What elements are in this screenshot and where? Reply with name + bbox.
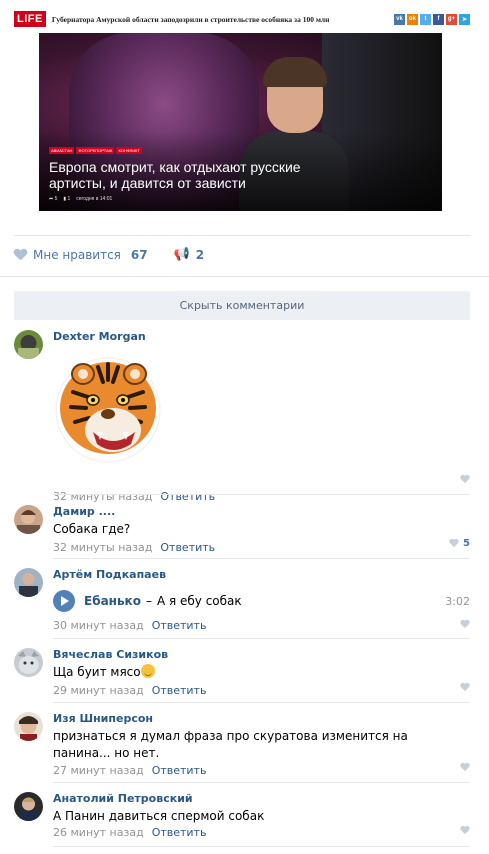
comment-text: А Панин давиться спермой собак: [53, 809, 265, 823]
avatar[interactable]: [14, 505, 43, 534]
news-headline[interactable]: Губернатора Амурской области заподозрили…: [52, 15, 330, 24]
comment-like-count[interactable]: 5: [463, 538, 470, 549]
comment-like[interactable]: [460, 475, 470, 484]
avatar[interactable]: [14, 648, 43, 677]
audio-attachment: Ебанько – А я ебу собак 3:02: [53, 588, 470, 614]
comment-meta: 32 минуты назад Ответить: [53, 541, 470, 554]
divider: [53, 702, 470, 703]
heart-icon[interactable]: [460, 763, 470, 772]
comment-like[interactable]: [460, 683, 470, 692]
divider: [0, 276, 489, 277]
comment-time[interactable]: 32 минуты назад: [53, 490, 152, 503]
comment-meta: 26 минут назад Ответить: [53, 826, 470, 839]
comment: Dexter Morgan 32 минуты назад Ответить: [14, 330, 470, 503]
comment-author[interactable]: Дамир ....: [53, 505, 470, 519]
news-header: LIFE Губернатора Амурской области заподо…: [14, 8, 470, 30]
heart-icon[interactable]: [460, 475, 470, 484]
comment-author[interactable]: Вячеслав Сизиков: [53, 648, 470, 662]
facebook-icon[interactable]: f: [433, 13, 444, 25]
comment-time[interactable]: 29 минут назад: [53, 684, 144, 697]
twitter-icon[interactable]: t: [420, 13, 431, 25]
reply-link[interactable]: Ответить: [152, 826, 207, 839]
divider: [53, 782, 470, 783]
divider: [53, 558, 470, 559]
heart-icon[interactable]: [460, 683, 470, 692]
comment-text-row: Ща буит мясо: [53, 664, 470, 681]
share-buttons: vk ok t f g+ ➤: [394, 13, 470, 25]
audio-artist[interactable]: Ебанько: [84, 594, 141, 608]
comment: Артём Подкапаев Ебанько – А я ебу собак …: [14, 568, 470, 632]
comment-like[interactable]: [460, 620, 470, 629]
article-tag[interactable]: КОНФЛИКТ: [116, 147, 142, 154]
article-title[interactable]: Европа смотрит, как отдыхают русские арт…: [49, 159, 349, 191]
comment-time[interactable]: 26 минут назад: [53, 826, 144, 839]
vk-icon[interactable]: vk: [394, 13, 405, 25]
comment-text: Собака где?: [53, 522, 131, 536]
comment-like[interactable]: 5: [449, 538, 470, 549]
article-shares: ➦ 5: [49, 196, 58, 202]
odnoklassniki-icon[interactable]: ok: [407, 13, 418, 25]
reply-link[interactable]: Ответить: [152, 764, 207, 777]
repost-count[interactable]: 2: [196, 248, 204, 262]
comment-author[interactable]: Анатолий Петровский: [53, 792, 470, 806]
reply-link[interactable]: Ответить: [152, 619, 207, 632]
comment-meta: 30 минут назад Ответить: [53, 619, 470, 632]
comment-meta: 29 минут назад Ответить: [53, 684, 470, 697]
article-meta: ➦ 5 ▮ 1 сегодня в 14:01: [49, 196, 112, 202]
heart-icon[interactable]: [14, 249, 27, 261]
comment: Анатолий Петровский А Панин давиться спе…: [14, 792, 470, 844]
comment-like[interactable]: [460, 763, 470, 772]
heart-icon[interactable]: [460, 620, 470, 629]
comment-author[interactable]: Dexter Morgan: [53, 330, 470, 344]
comment-text: признаться я думал фраза про скуратова и…: [53, 729, 408, 760]
megaphone-icon[interactable]: 📢: [174, 247, 190, 262]
play-icon[interactable]: [53, 590, 75, 612]
article-tag[interactable]: АВИАСТАН: [49, 147, 75, 154]
comment-like[interactable]: [460, 826, 470, 835]
telegram-icon[interactable]: ➤: [459, 13, 470, 25]
comment-author[interactable]: Изя Шниперсон: [53, 712, 470, 726]
hide-comments-button[interactable]: Скрыть комментарии: [14, 291, 470, 320]
comment-time[interactable]: 27 минут назад: [53, 764, 144, 777]
comment: Вячеслав Сизиков Ща буит мясо 29 минут н…: [14, 648, 470, 700]
reactions-bar: Мне нравится 67 📢 2: [14, 247, 204, 262]
like-count[interactable]: 67: [131, 248, 148, 262]
article-comments: ▮ 1: [63, 196, 71, 202]
comment-meta: 27 минут назад Ответить: [53, 764, 470, 777]
heart-icon[interactable]: [460, 826, 470, 835]
heart-icon[interactable]: [449, 539, 459, 548]
comment-time[interactable]: 30 минут назад: [53, 619, 144, 632]
divider: [53, 846, 470, 847]
article-date: сегодня в 14:01: [76, 196, 113, 202]
life-logo[interactable]: LIFE: [14, 11, 46, 27]
audio-duration: 3:02: [445, 594, 470, 608]
googleplus-icon[interactable]: g+: [446, 13, 457, 25]
article-image[interactable]: АВИАСТАН ФОТОРЕПОРТАЖ КОНФЛИКТ Европа см…: [39, 33, 442, 211]
divider: [53, 494, 470, 495]
divider: [14, 235, 470, 236]
comment-time[interactable]: 32 минуты назад: [53, 541, 152, 554]
avatar[interactable]: [14, 330, 43, 359]
avatar[interactable]: [14, 712, 43, 741]
comment-meta: 32 минуты назад Ответить: [53, 490, 470, 503]
avatar[interactable]: [14, 792, 43, 821]
avatar[interactable]: [14, 568, 43, 597]
smile-emoji-icon: [140, 664, 155, 678]
audio-separator: –: [145, 594, 152, 608]
tiger-sticker: [53, 352, 169, 468]
article-tags: АВИАСТАН ФОТОРЕПОРТАЖ КОНФЛИКТ: [49, 147, 142, 154]
comment: Дамир .... Собака где? 32 минуты назад О…: [14, 505, 470, 557]
article-tag[interactable]: ФОТОРЕПОРТАЖ: [76, 147, 115, 154]
like-button[interactable]: Мне нравится: [33, 248, 121, 262]
comment-author[interactable]: Артём Подкапаев: [53, 568, 470, 582]
reply-link[interactable]: Ответить: [160, 541, 215, 554]
divider: [53, 638, 470, 639]
comment: Изя Шниперсон признаться я думал фраза п…: [14, 712, 470, 780]
audio-title[interactable]: А я ебу собак: [157, 594, 242, 608]
reply-link[interactable]: Ответить: [160, 490, 215, 503]
comment-text: Ща буит мясо: [53, 665, 141, 679]
reply-link[interactable]: Ответить: [152, 684, 207, 697]
